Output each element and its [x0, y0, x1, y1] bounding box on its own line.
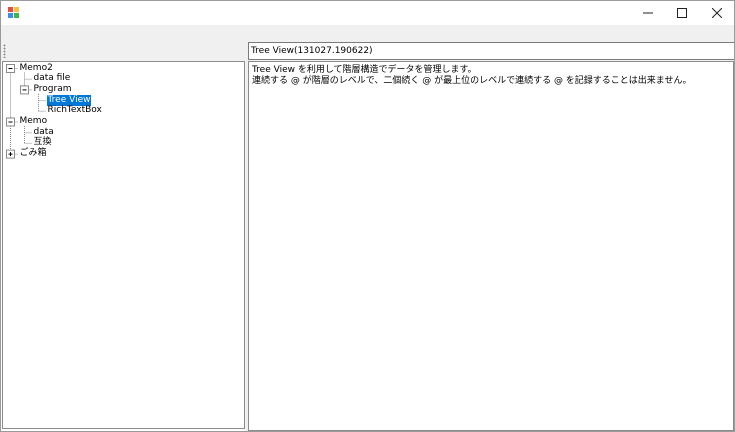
expand-icon[interactable] — [6, 149, 15, 159]
collapse-icon[interactable] — [20, 85, 29, 95]
text-line: Tree View を利用して階層構造でデータを管理します。 — [252, 65, 477, 75]
tree-node[interactable]: Program — [33, 84, 73, 95]
collapse-icon[interactable] — [6, 64, 15, 73]
tree-node[interactable]: Memo — [19, 116, 49, 127]
minimize-icon — [643, 12, 653, 14]
maximize-button[interactable] — [665, 1, 699, 25]
app-icon — [8, 7, 19, 18]
rich-text-box[interactable]: Tree View を利用して階層構造でデータを管理します。 連続する @ が階… — [248, 61, 734, 431]
tree-node[interactable]: 互換 — [33, 137, 53, 148]
collapse-icon[interactable] — [6, 117, 15, 127]
title-field[interactable]: Tree View(131027.190622) — [248, 42, 734, 60]
title-bar[interactable] — [1, 1, 734, 25]
close-button[interactable] — [700, 1, 734, 25]
tree-node[interactable]: Memo2 — [19, 63, 54, 74]
close-icon — [712, 8, 722, 18]
grip-handle-icon[interactable] — [3, 44, 6, 58]
text-line: 連続する @ が階層のレベルで、二個続く @ が最上位のレベルで連続する @ を… — [252, 76, 692, 86]
header-row: Tree View(131027.190622) — [1, 42, 734, 61]
tree-view[interactable]: Memo2 data file Program Tree View RichTextBo… — [2, 61, 245, 429]
tree-node[interactable]: RichTextBox — [47, 105, 103, 116]
minimize-button[interactable] — [631, 1, 665, 25]
app-window: Tree View(131027.190622) Memo2 data file P… — [0, 0, 735, 432]
toolbar-strip — [1, 25, 734, 42]
maximize-icon — [677, 8, 687, 18]
tree-node[interactable]: ごみ箱 — [19, 148, 48, 159]
tree-node[interactable]: data file — [33, 73, 72, 84]
tree-node[interactable]: Tree View — [45, 93, 93, 107]
